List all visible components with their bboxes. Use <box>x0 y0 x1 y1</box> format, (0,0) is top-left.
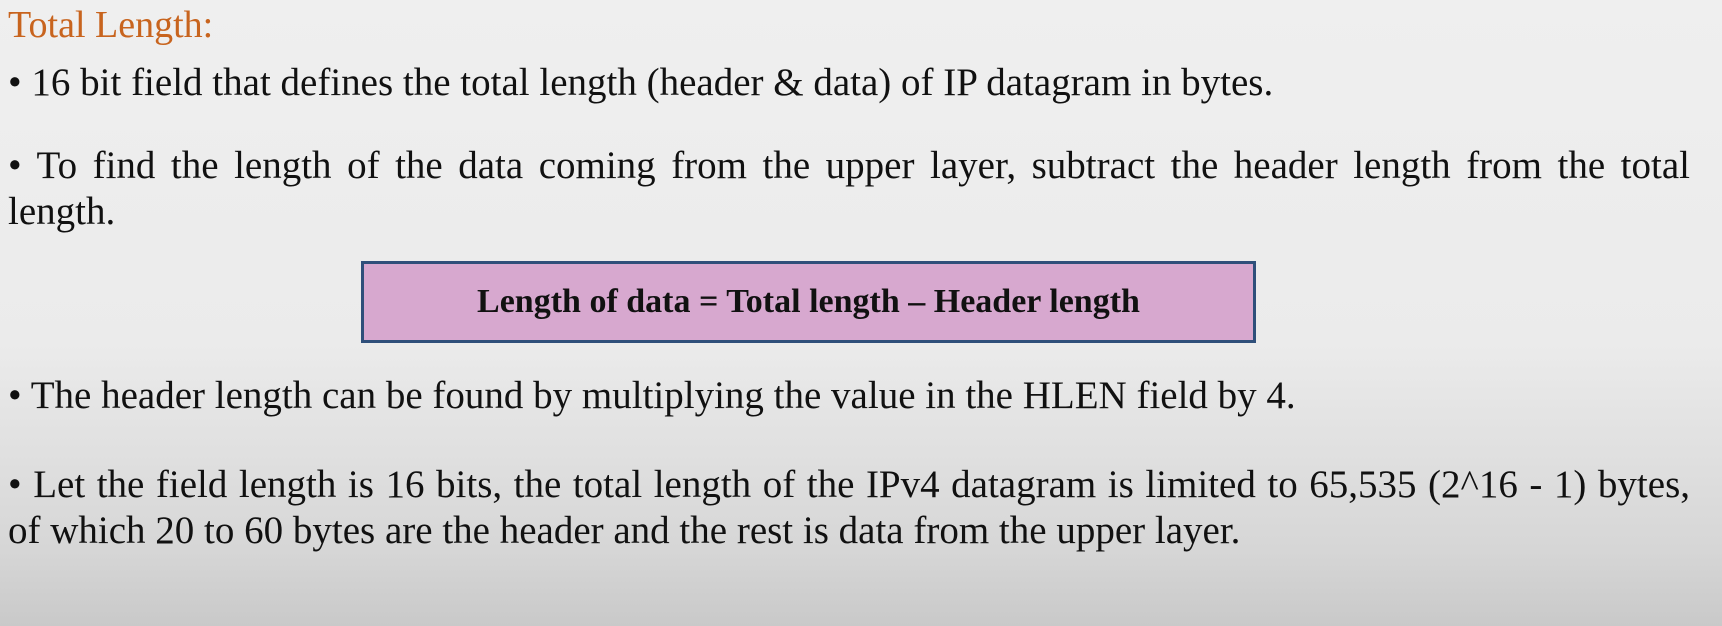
formula-text: Length of data = Total length – Header l… <box>477 283 1140 320</box>
slide-title: Total Length: <box>8 4 214 46</box>
slide: Total Length: • 16 bit field that define… <box>0 0 1722 626</box>
bullet-header-length-hlen: • The header length can be found by mult… <box>8 374 1296 417</box>
formula-box: Length of data = Total length – Header l… <box>361 261 1256 343</box>
bullet-max-length: • Let the field length is 16 bits, the t… <box>8 463 1690 552</box>
bullet-data-length-method: • To find the length of the data coming … <box>8 144 1690 233</box>
bullet-total-length-definition: • 16 bit field that defines the total le… <box>8 61 1274 104</box>
